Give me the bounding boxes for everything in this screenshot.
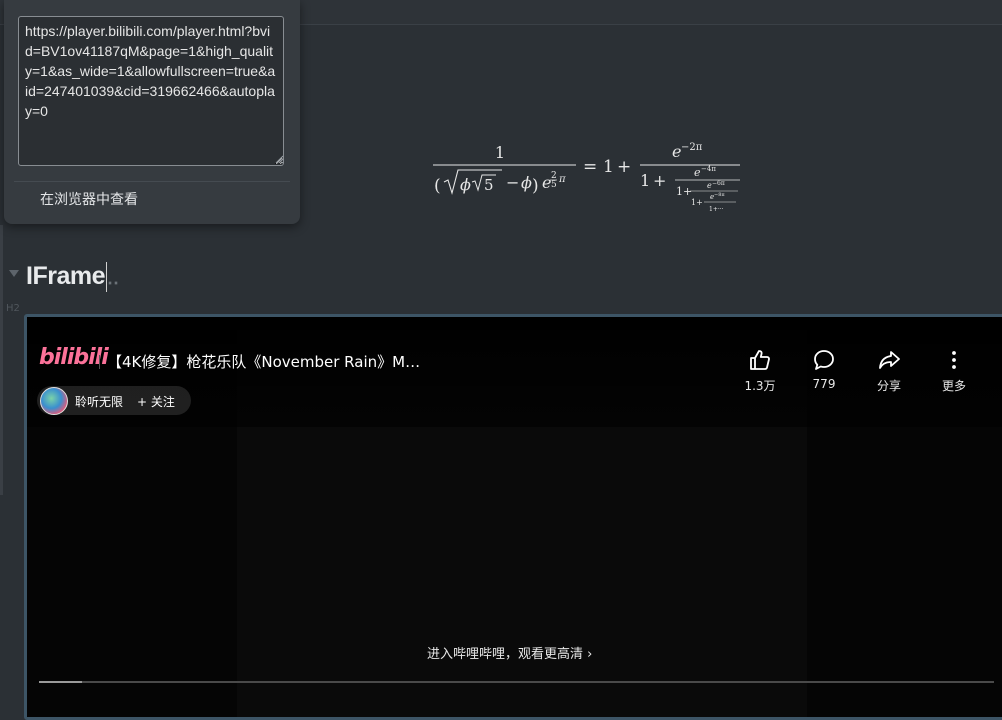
progress-fill: [39, 681, 82, 683]
comment-icon: [814, 350, 834, 370]
svg-text:1: 1: [640, 171, 650, 190]
formula-rhs-plus: +: [617, 157, 631, 177]
svg-text:π: π: [558, 174, 566, 185]
chevron-right-icon: ›: [587, 647, 593, 662]
math-formula: 1 ( ϕ 5 − ϕ ) e 2 5 π = 1 + e −2π 1 + e …: [433, 142, 740, 213]
more-label: 更多: [941, 379, 966, 393]
share-icon: [879, 351, 900, 369]
svg-text:ϕ: ϕ: [521, 173, 532, 192]
bilibili-logo[interactable]: bilibili: [39, 345, 109, 370]
formula-equals: =: [583, 157, 597, 177]
svg-text:): ): [532, 176, 539, 196]
svg-text:5: 5: [484, 176, 494, 194]
formula-exp-3: −6π: [712, 180, 725, 187]
svg-text:+: +: [653, 171, 666, 190]
svg-text:−: −: [506, 173, 519, 192]
resize-grip-icon[interactable]: [274, 154, 284, 164]
svg-text:1+: 1+: [691, 198, 703, 207]
drag-handle-icon[interactable]: ‥: [107, 268, 119, 288]
url-input[interactable]: https://player.bilibili.com/player.html?…: [18, 16, 284, 166]
collapse-heading-icon[interactable]: [9, 270, 19, 277]
open-bilibili-link[interactable]: 进入哔哩哔哩，观看更高清 ›: [427, 643, 592, 662]
heading-level-tag: H2: [6, 303, 20, 314]
avatar[interactable]: [40, 387, 68, 415]
follow-button[interactable]: + 关注: [137, 393, 175, 410]
svg-text:1+: 1+: [676, 185, 692, 198]
author-chip[interactable]: 聆听无限 + 关注: [37, 386, 191, 415]
left-scroll-edge: [0, 225, 3, 495]
share-button[interactable]: 分享: [864, 348, 914, 394]
like-count: 1.3万: [744, 379, 776, 393]
formula-rhs-one: 1: [603, 157, 614, 177]
thumbs-up-icon: [750, 350, 770, 370]
more-icon: [952, 351, 956, 369]
formula-exp-1: −2π: [681, 142, 703, 153]
more-button[interactable]: 更多: [929, 348, 979, 394]
svg-text:5: 5: [551, 180, 557, 190]
heading-text: IFrame: [26, 262, 105, 290]
progress-bar[interactable]: [39, 681, 994, 683]
link-edit-popup: https://player.bilibili.com/player.html?…: [4, 0, 300, 224]
comment-count: 779: [812, 377, 836, 391]
video-title[interactable]: 【4K修复】枪花乐队《November Rain》M…: [107, 351, 420, 372]
page-heading[interactable]: IFrame ‥: [26, 260, 119, 294]
like-button[interactable]: 1.3万: [735, 348, 785, 394]
video-player[interactable]: bilibili 【4K修复】枪花乐队《November Rain》M… 聆听无…: [27, 317, 1002, 717]
svg-text:ϕ: ϕ: [460, 175, 471, 194]
share-label: 分享: [876, 379, 901, 393]
formula-lhs-numerator: 1: [495, 143, 505, 162]
formula-exp-2: −4π: [701, 165, 716, 173]
author-name[interactable]: 聆听无限: [75, 393, 123, 410]
iframe-embed[interactable]: bilibili 【4K修复】枪花乐队《November Rain》M… 聆听无…: [24, 314, 1002, 720]
formula-lhs-denominator: (: [434, 176, 441, 196]
formula-tail: 1+···: [709, 206, 724, 213]
logo-divider: [99, 355, 100, 369]
svg-text:e: e: [694, 166, 701, 179]
comment-button[interactable]: 779: [799, 348, 849, 391]
formula-exp-4: −8π: [714, 192, 725, 198]
open-bilibili-label: 进入哔哩哔哩，观看更高清: [427, 647, 584, 662]
popup-divider: [14, 181, 290, 182]
open-in-browser-link[interactable]: 在浏览器中查看: [40, 189, 138, 209]
